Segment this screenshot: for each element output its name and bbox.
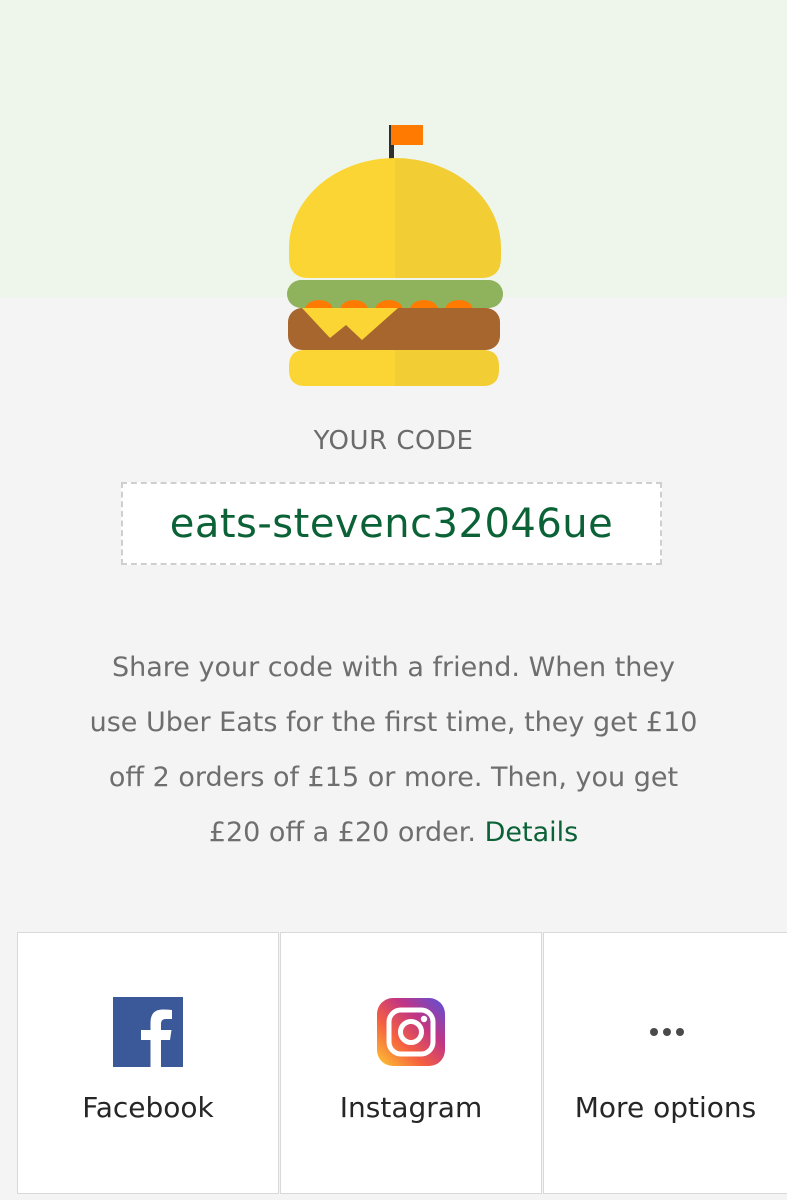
details-link[interactable]: Details [485,817,579,848]
top-bun-right [395,158,501,278]
description-line-2: use Uber Eats for the first time, they g… [89,707,698,738]
instagram-icon [377,998,445,1066]
share-instagram-button[interactable]: Instagram [280,932,542,1194]
share-more-options-label: More options [574,1091,757,1124]
share-more-options-button[interactable]: More options [543,932,787,1194]
facebook-icon [113,997,183,1067]
description-line-1: Share your code with a friend. When they [111,652,676,683]
flag [391,125,423,145]
share-facebook-label: Facebook [82,1091,214,1124]
description-line-4: £20 off a £20 order. [208,817,476,848]
bottom-bun-right [395,350,499,386]
top-bun-left [289,158,395,278]
promo-code-box[interactable]: eats-stevenc32046ue [121,482,662,565]
share-facebook-button[interactable]: Facebook [17,932,279,1194]
bottom-bun-left [289,350,395,386]
description-line-3: off 2 orders of £15 or more. Then, you g… [108,762,679,793]
more-icon [649,1028,684,1036]
your-code-label: YOUR CODE [313,426,474,456]
burger-illustration [287,125,503,386]
referral-description: Share your code with a friend. When they… [70,640,717,860]
promo-code-value[interactable]: eats-stevenc32046ue [170,501,614,547]
share-options-row: Facebook Instagram More options [17,932,787,1194]
share-instagram-label: Instagram [339,1091,483,1124]
